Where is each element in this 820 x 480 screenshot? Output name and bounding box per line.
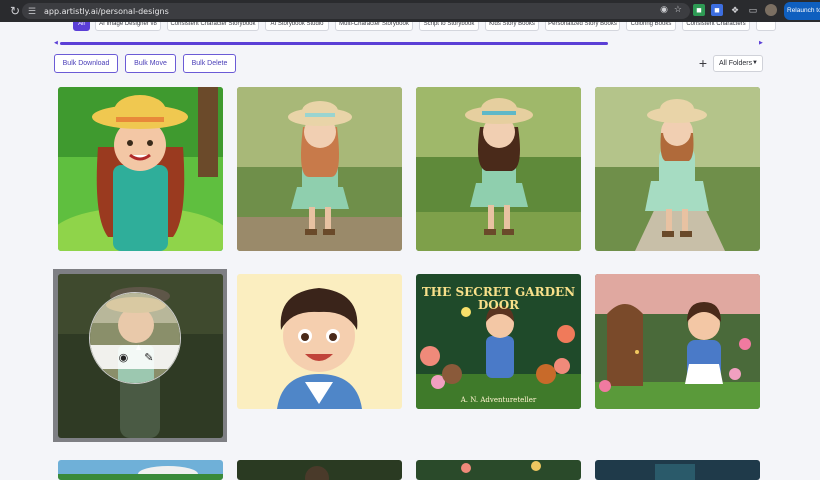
tab-ai-storybook-studio[interactable]: AI Storybook Studio	[265, 22, 329, 31]
url-text: app.artistly.ai/personal-designs	[44, 6, 169, 16]
design-card[interactable]	[416, 460, 581, 480]
card-row3-2-image	[237, 460, 402, 480]
design-card[interactable]	[595, 274, 760, 409]
card-row3-4-image	[595, 460, 760, 480]
category-scrollbar[interactable]	[60, 42, 608, 45]
extensions-puzzle-icon[interactable]: ❖	[729, 4, 741, 16]
bookmark-star-icon[interactable]: ☆	[674, 4, 682, 15]
bulk-delete-button[interactable]: Bulk Delete	[183, 54, 236, 73]
browser-toolbar: ↻ ☰ app.artistly.ai/personal-designs ◉ ☆…	[0, 0, 820, 22]
chevron-down-icon: ▼	[752, 60, 758, 66]
bulk-download-button[interactable]: Bulk Download	[54, 54, 118, 73]
tab-coloring-books[interactable]: Coloring Books	[626, 22, 676, 31]
view-eye-icon[interactable]: ◉	[119, 351, 129, 364]
address-bar[interactable]: ☰ app.artistly.ai/personal-designs ◉ ☆	[22, 3, 690, 19]
tab-all[interactable]: All	[73, 22, 90, 31]
extension-blue-icon[interactable]: ■	[711, 4, 723, 16]
site-info-icon[interactable]: ☰	[28, 6, 38, 16]
eye-off-icon[interactable]: ◉	[660, 4, 668, 15]
garden-door-boy-image	[595, 274, 760, 409]
design-card[interactable]	[595, 460, 760, 480]
book-title: THE SECRET GARDEN DOOR	[421, 285, 576, 312]
hover-action-overlay: ◉ ✎	[89, 292, 181, 384]
scroll-right-icon[interactable]: ▶	[759, 40, 763, 46]
tab-personalized-story-books[interactable]: Personalized Story Books	[545, 22, 620, 31]
photo-girl-path-1-image	[237, 87, 402, 251]
extension-green-icon[interactable]: ■	[693, 4, 705, 16]
tab-script-to-storybook[interactable]: Script to Storybook	[419, 22, 479, 31]
design-card[interactable]	[416, 87, 581, 251]
folder-select[interactable]: All Folders ▼	[713, 55, 763, 72]
tab-multi-character-storybook[interactable]: Multi-Character Storybook	[335, 22, 413, 31]
design-card[interactable]: THE SECRET GARDEN DOOR A. N. Adventurete…	[416, 274, 581, 409]
scroll-left-icon[interactable]: ◀	[54, 40, 58, 46]
hover-preview-image	[90, 293, 180, 383]
book-author: A. N. Adventureteller	[460, 396, 537, 404]
photo-girl-path-2-image	[416, 87, 581, 251]
design-card[interactable]	[58, 87, 223, 251]
relaunch-button[interactable]: Relaunch to	[784, 2, 820, 20]
edit-pencil-icon[interactable]: ✎	[144, 351, 153, 364]
profile-avatar[interactable]	[765, 4, 777, 16]
design-card[interactable]	[58, 460, 223, 480]
cast-icon[interactable]: ▭	[747, 4, 759, 16]
tab-more[interactable]	[756, 22, 776, 31]
cartoon-boy-portrait-image	[237, 274, 402, 409]
card-row3-3-image	[416, 460, 581, 480]
tab-consistent-character-storybook[interactable]: Consistent Character Storybook	[167, 22, 259, 31]
tab-consistent-characters[interactable]: Consistent Characters	[682, 22, 750, 31]
photo-girl-path-3-image	[595, 87, 760, 251]
design-card[interactable]	[237, 274, 402, 409]
mouse-cursor-icon: ▲	[134, 342, 143, 352]
design-card[interactable]	[237, 87, 402, 251]
folder-select-label: All Folders	[719, 60, 753, 67]
add-folder-icon[interactable]: +	[696, 56, 710, 70]
bulk-move-button[interactable]: Bulk Move	[125, 54, 176, 73]
design-card[interactable]	[595, 87, 760, 251]
card-row3-1-image	[58, 460, 223, 480]
tab-ai-image-designer[interactable]: AI Image Designer v8	[95, 22, 161, 31]
tab-kids-story-books[interactable]: Kids Story Books	[485, 22, 539, 31]
cartoon-girl-sunhat-image	[58, 87, 223, 251]
design-card[interactable]	[237, 460, 402, 480]
